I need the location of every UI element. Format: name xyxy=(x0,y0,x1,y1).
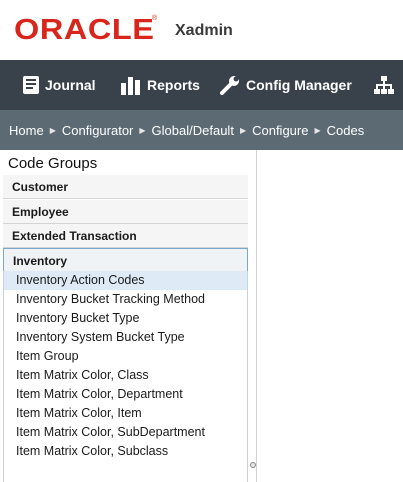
breadcrumb-home[interactable]: Home xyxy=(9,123,44,138)
nav-config-manager-label: Config Manager xyxy=(246,77,352,93)
list-item[interactable]: Inventory Bucket Type xyxy=(4,309,247,328)
list-item[interactable]: Item Matrix Color, Subclass xyxy=(4,442,247,461)
group-header-customer[interactable]: Customer xyxy=(3,175,248,199)
triangle-right-icon: ▶ xyxy=(49,125,56,135)
nav-config-manager[interactable]: Config Manager xyxy=(219,60,352,110)
inventory-code-list: Inventory Action Codes Inventory Bucket … xyxy=(3,271,248,482)
book-icon xyxy=(22,75,45,95)
main-nav: Journal Reports Config Manager xyxy=(0,60,403,110)
nav-reports[interactable]: Reports xyxy=(120,60,200,110)
nav-reports-label: Reports xyxy=(147,77,200,93)
registered-mark: ® xyxy=(152,15,158,22)
nav-journal[interactable]: Journal xyxy=(22,60,96,110)
sitemap-icon xyxy=(373,75,400,95)
list-item[interactable]: Inventory Bucket Tracking Method xyxy=(4,290,247,309)
oracle-logo: ORACLE xyxy=(14,14,155,46)
group-header-employee[interactable]: Employee xyxy=(3,200,248,224)
triangle-right-icon: ▶ xyxy=(239,125,247,135)
triangle-right-icon: ▶ xyxy=(314,125,321,135)
list-item[interactable]: Item Matrix Color, SubDepartment xyxy=(4,423,247,442)
list-item[interactable]: Item Matrix Color, Class xyxy=(4,366,247,385)
list-item[interactable]: Item Group xyxy=(4,347,247,366)
list-item[interactable]: Item Matrix Color, Item xyxy=(4,404,247,423)
nav-hierarchy[interactable] xyxy=(373,60,400,110)
pane-resize-handle[interactable] xyxy=(250,462,256,468)
nav-journal-label: Journal xyxy=(45,77,96,93)
wrench-icon xyxy=(219,74,246,96)
app-name: Xadmin xyxy=(175,22,233,39)
code-groups-title: Code Groups xyxy=(8,155,98,172)
breadcrumb-global-default[interactable]: Global/Default xyxy=(152,123,234,138)
bar-chart-icon xyxy=(120,75,147,95)
breadcrumb-codes: Codes xyxy=(326,122,365,138)
brand-bar: ORACLE ® Xadmin xyxy=(0,0,403,60)
breadcrumb: Home ▶ Configurator ▶ Global/Default ▶ C… xyxy=(0,110,403,150)
list-item[interactable]: Item Matrix Color, Department xyxy=(4,385,247,404)
list-item[interactable]: Inventory System Bucket Type xyxy=(4,328,247,347)
group-header-inventory[interactable]: Inventory xyxy=(3,248,248,272)
breadcrumb-configure[interactable]: Configure xyxy=(252,123,308,138)
group-header-extended-transaction[interactable]: Extended Transaction xyxy=(3,224,248,248)
list-item[interactable]: Inventory Action Codes xyxy=(4,271,247,290)
content-area xyxy=(257,150,403,482)
breadcrumb-configurator[interactable]: Configurator xyxy=(62,123,134,138)
triangle-right-icon: ▶ xyxy=(139,125,146,135)
